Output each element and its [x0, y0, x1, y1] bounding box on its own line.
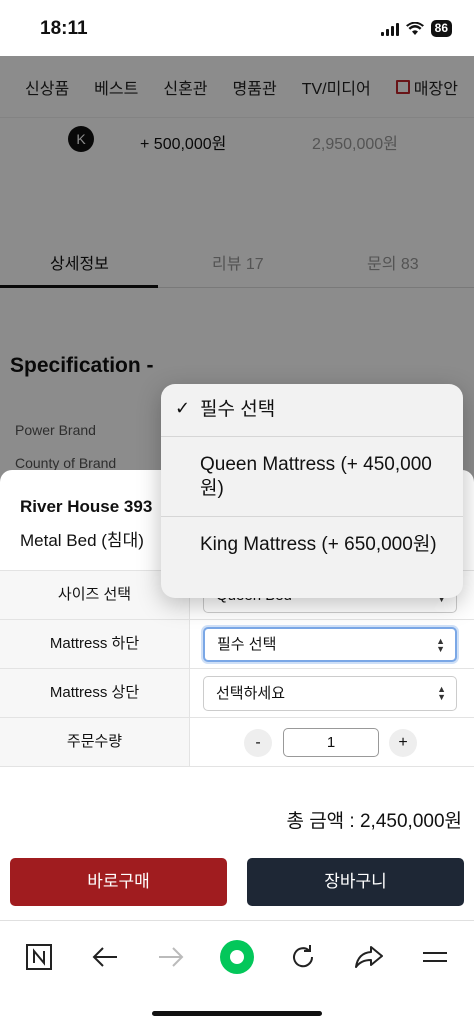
back-arrow-icon[interactable] [83, 935, 127, 979]
option-text: 필수 선택 [200, 399, 276, 420]
mattress-lower-select[interactable]: 필수 선택 ▲ ▼ [203, 627, 457, 662]
mattress-upper-select[interactable]: 선택하세요 ▲ ▼ [203, 676, 457, 711]
battery-icon: 86 [430, 20, 452, 37]
mattress-dropdown-popup: ✓ 필수 선택 Queen Mattress (+ 450,000원) King… [161, 384, 463, 598]
product-subtitle: Metal Bed (침대) [20, 531, 144, 550]
home-indicator [152, 1011, 322, 1016]
quantity-input[interactable]: 1 [283, 728, 379, 757]
product-name: River House 393 [20, 497, 153, 516]
buy-now-button[interactable]: 바로구매 [10, 858, 227, 906]
select-value: 선택하세요 [216, 685, 286, 702]
option-label: Mattress 하단 [0, 620, 190, 668]
add-to-cart-button[interactable]: 장바구니 [247, 858, 464, 906]
signal-icon [380, 22, 399, 36]
option-row-quantity: 주문수량 - 1 + [0, 718, 474, 767]
browser-toolbar [0, 920, 474, 1024]
refresh-icon[interactable] [281, 935, 325, 979]
option-row-mattress-upper: Mattress 상단 선택하세요 ▲ ▼ [0, 669, 474, 718]
quantity-minus-button[interactable]: - [244, 729, 272, 757]
option-row-mattress-lower: Mattress 하단 필수 선택 ▲ ▼ [0, 620, 474, 669]
dropdown-option[interactable]: ✓ 필수 선택 [161, 384, 463, 437]
menu-icon[interactable] [413, 935, 457, 979]
option-text: Queen Mattress (+ 450,000원) [200, 454, 432, 499]
checkmark-icon: ✓ [175, 398, 191, 418]
option-table: 사이즈 선택 Queen Bed ▲▼ Mattress 하단 필수 선택 ▲▼… [0, 570, 474, 767]
option-label: 주문수량 [0, 718, 190, 766]
select-value: 필수 선택 [217, 636, 277, 653]
status-icons: 86 [380, 20, 452, 37]
dropdown-option[interactable]: King Mattress (+ 650,000원) [161, 517, 463, 598]
chevron-up-down-icon: ▲▼ [437, 684, 446, 702]
quantity-plus-button[interactable]: + [389, 729, 417, 757]
status-time: 18:11 [40, 18, 88, 39]
total-price: 총 금액 : 2,450,000원 [286, 811, 462, 832]
status-bar: 18:11 86 [0, 0, 474, 56]
option-text: King Mattress (+ 650,000원) [200, 534, 437, 555]
naver-home-icon[interactable] [17, 935, 61, 979]
wifi-icon [405, 21, 424, 35]
dropdown-option[interactable]: Queen Mattress (+ 450,000원) [161, 437, 463, 517]
green-dot-icon[interactable] [215, 935, 259, 979]
chevron-up-down-icon: ▲▼ [436, 636, 445, 654]
share-icon[interactable] [347, 935, 391, 979]
forward-arrow-icon[interactable] [149, 935, 193, 979]
option-label: Mattress 상단 [0, 669, 190, 717]
